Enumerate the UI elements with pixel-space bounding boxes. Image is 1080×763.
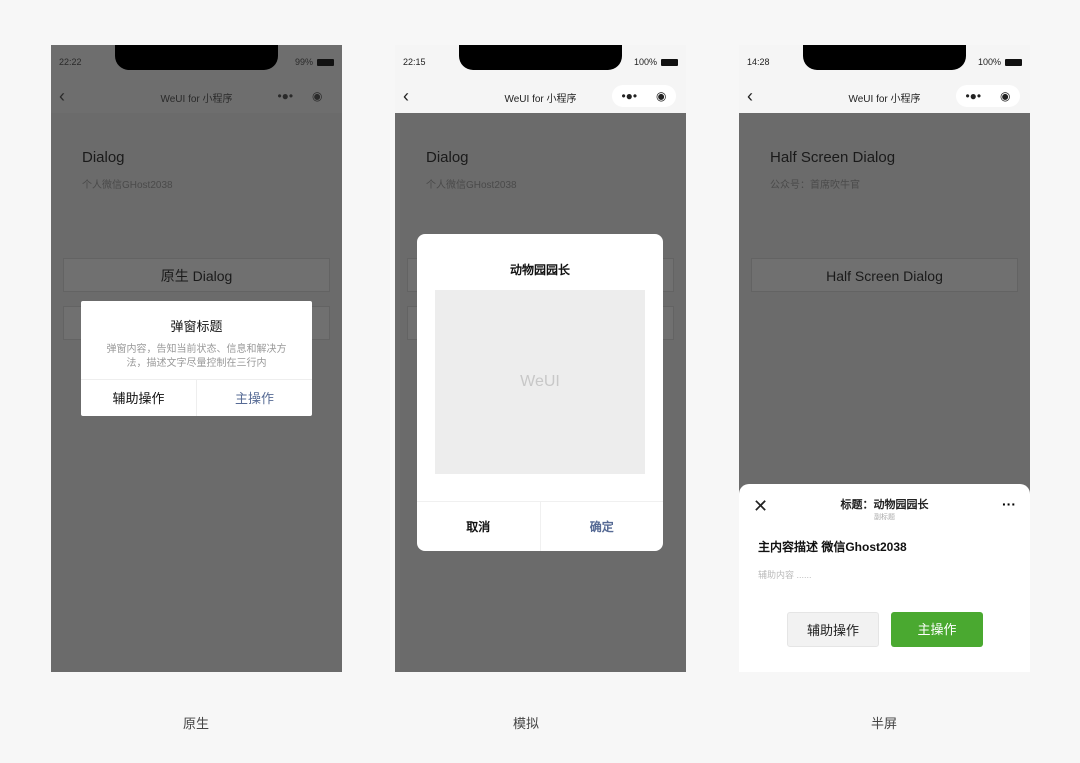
capsule-menu: •●• ◉: [612, 85, 676, 107]
dialog-title: 动物园园长: [509, 263, 570, 277]
battery-icon: [317, 58, 334, 66]
close-target-icon[interactable]: ◉: [1000, 89, 1010, 103]
sheet-aux-text: 辅助内容 ......: [758, 570, 812, 580]
phone-half-screen: 14:28 100% ‹ WeUI for 小程序 •●• ◉ Half Scre…: [739, 45, 1030, 672]
dialog-body: 弹窗内容，告知当前状态、信息和解决方法，描述文字尽量控制在三行内: [106, 344, 287, 369]
status-time: 22:22: [59, 57, 82, 67]
battery-level: 100%: [977, 57, 1001, 67]
capsule-menu: •●• ◉: [956, 85, 1020, 107]
phone-simulated: 22:15 100% ‹ WeUI for 小程序 •●• ◉ Dialog 个人…: [395, 45, 686, 672]
page-subtitle: 个人微信GHost2038: [426, 180, 517, 191]
caption-simulated: 模拟: [512, 716, 539, 731]
more-icon[interactable]: •●•: [621, 89, 637, 103]
battery-level: 100%: [633, 57, 657, 67]
nav-bar: ‹ WeUI for 小程序 •●• ◉: [51, 80, 342, 113]
sheet-subtitle: 副标题: [874, 514, 895, 521]
more-icon[interactable]: •●•: [965, 89, 981, 103]
secondary-button[interactable]: 辅助操作: [81, 380, 197, 416]
nav-bar: ‹ WeUI for 小程序 •●• ◉: [739, 80, 1030, 113]
nav-bar: ‹ WeUI for 小程序 •●• ◉: [395, 80, 686, 113]
primary-button[interactable]: 主操作: [891, 612, 983, 647]
primary-button[interactable]: 主操作: [197, 380, 312, 416]
confirm-button[interactable]: 确定: [541, 502, 664, 551]
image-placeholder: WeUI: [435, 290, 645, 474]
native-dialog-button[interactable]: 原生 Dialog: [63, 258, 330, 292]
status-bar: 14:28 100%: [739, 45, 1030, 80]
more-icon[interactable]: •●•: [277, 89, 293, 103]
battery: 99%: [295, 57, 334, 67]
status-time: 14:28: [747, 57, 770, 67]
page-subtitle: 公众号：首席吹牛官: [770, 180, 860, 191]
half-screen-sheet: ✕ 标题：动物园园长 副标题 ··· 主内容描述 微信Ghost2038 辅助内…: [739, 484, 1030, 672]
more-icon[interactable]: ···: [1002, 496, 1016, 512]
native-dialog: 弹窗标题 弹窗内容，告知当前状态、信息和解决方法，描述文字尽量控制在三行内 辅助…: [81, 301, 312, 416]
dialog-title: 弹窗标题: [170, 319, 223, 334]
close-target-icon[interactable]: ◉: [312, 89, 322, 103]
sheet-title: 标题：动物园园长: [840, 499, 929, 511]
notch: [115, 45, 278, 70]
page-subtitle: 个人微信GHost2038: [82, 180, 173, 191]
notch: [803, 45, 966, 70]
phone-native: 22:22 99% ‹ WeUI for 小程序 •●• ◉ Dialog 个人微…: [51, 45, 342, 672]
page-title: Dialog: [82, 149, 125, 166]
notch: [459, 45, 622, 70]
caption-native: 原生: [182, 716, 209, 731]
capsule-menu: •●• ◉: [268, 85, 332, 107]
status-bar: 22:22 99%: [51, 45, 342, 80]
half-screen-dialog-button[interactable]: Half Screen Dialog: [751, 258, 1018, 292]
status-time: 22:15: [403, 57, 426, 67]
battery: 100%: [978, 57, 1022, 67]
caption-half-screen: 半屏: [870, 716, 897, 731]
simulated-dialog: 动物园园长 WeUI 取消 确定: [417, 234, 663, 551]
secondary-button[interactable]: 辅助操作: [787, 612, 879, 647]
battery-icon: [1005, 58, 1022, 66]
close-target-icon[interactable]: ◉: [656, 89, 666, 103]
sheet-main-text: 主内容描述 微信Ghost2038: [758, 540, 907, 554]
status-bar: 22:15 100%: [395, 45, 686, 80]
battery: 100%: [634, 57, 678, 67]
battery-icon: [661, 58, 678, 66]
cancel-button[interactable]: 取消: [417, 502, 541, 551]
page-title: Half Screen Dialog: [770, 149, 896, 166]
page-title: Dialog: [426, 149, 469, 166]
battery-level: 99%: [294, 57, 313, 67]
